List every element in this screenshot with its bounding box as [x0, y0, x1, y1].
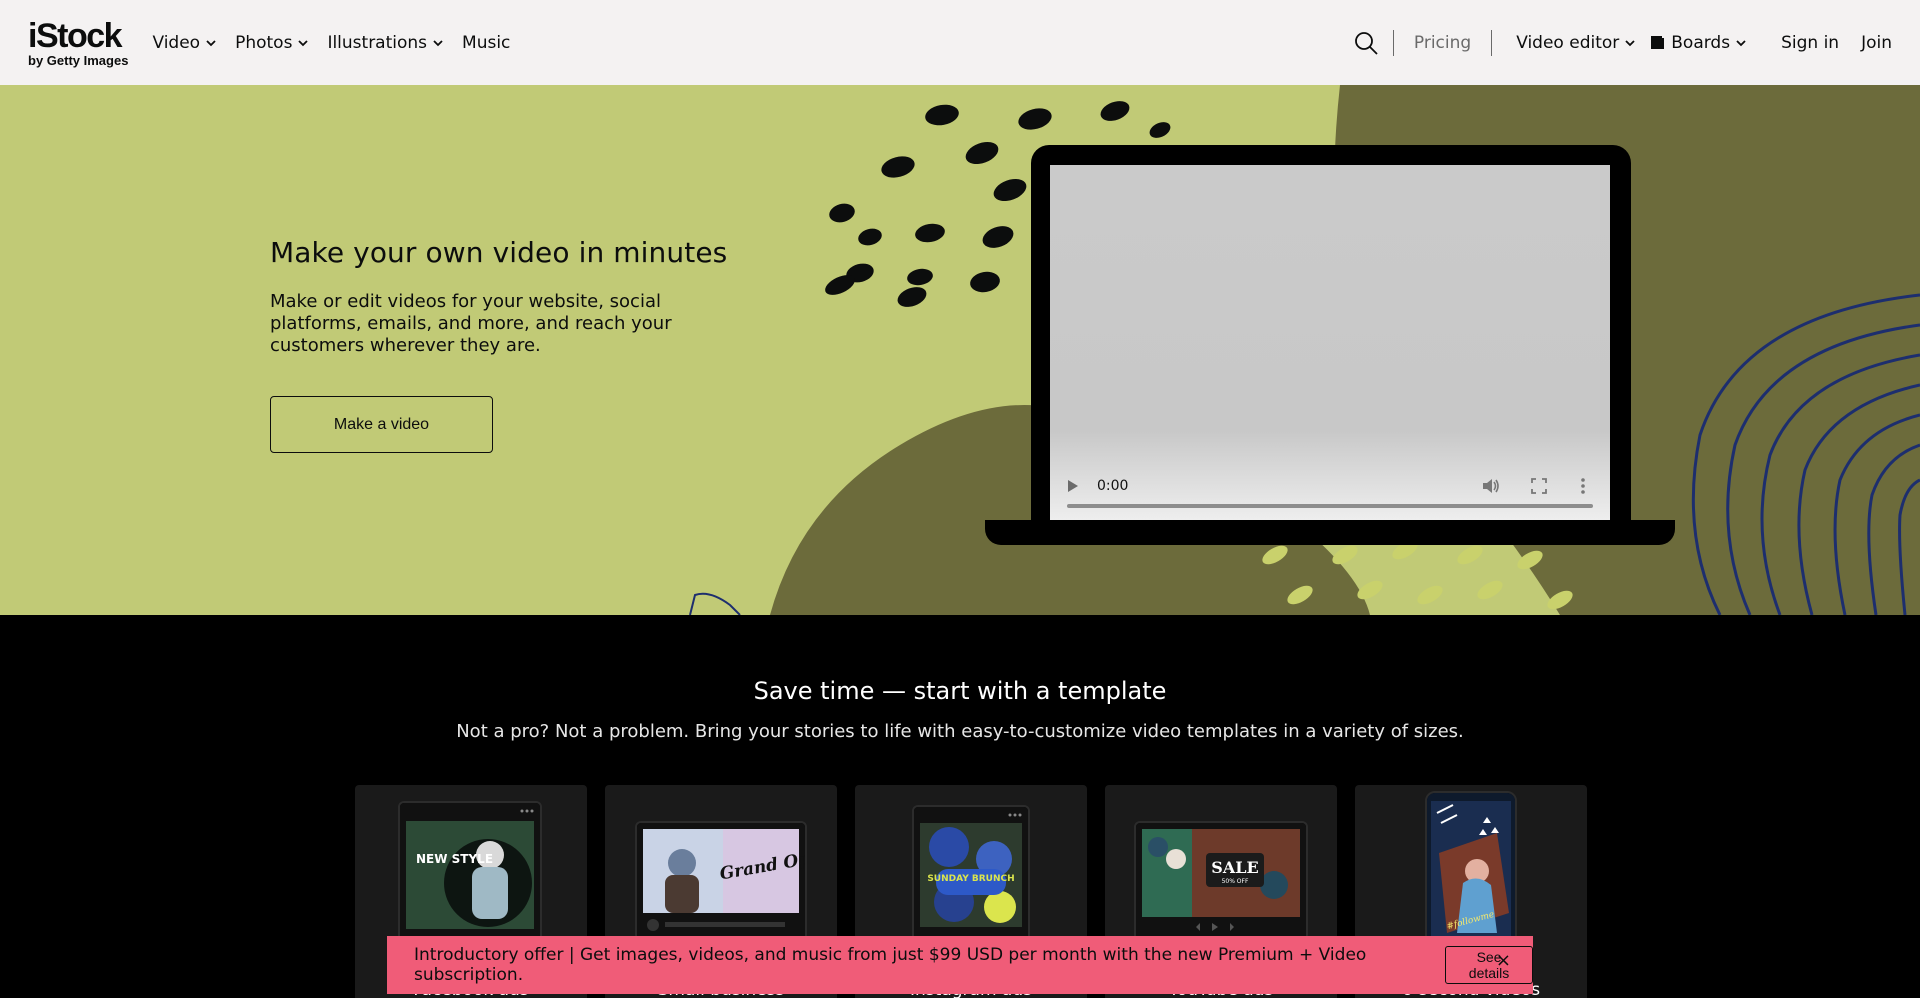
divider [1491, 29, 1493, 56]
nav-illustrations[interactable]: Illustrations [327, 33, 444, 53]
logo-subtitle: by Getty Images [28, 52, 129, 68]
fullscreen-icon[interactable] [1531, 478, 1547, 494]
close-icon[interactable]: × [1496, 950, 1511, 971]
templates-title: Save time — start with a template [753, 677, 1167, 705]
hero-section: Make your own video in minutes Make or e… [0, 85, 1920, 615]
board-icon [1651, 36, 1665, 49]
six-second-template-thumbnail: #followme [1427, 793, 1515, 949]
instagram-template-thumbnail: SUNDAY BRUNCH [914, 807, 1028, 949]
nav-illustrations-label: Illustrations [327, 32, 428, 53]
thumb-text: SALE [1211, 858, 1258, 877]
promo-banner-text: Introductory offer | Get images, videos,… [414, 945, 1367, 985]
nav-photos-label: Photos [235, 32, 293, 53]
boards-menu[interactable]: Boards [1650, 33, 1747, 53]
chevron-down-icon [1736, 39, 1746, 46]
template-thumbnail: Grand Opening [635, 821, 807, 941]
pricing-link[interactable]: Pricing [1414, 33, 1471, 53]
account-nav: Pricing Video editor Boards Sign in Join [1353, 29, 1892, 56]
nav-photos[interactable]: Photos [235, 33, 309, 53]
istock-logo[interactable]: iStock by Getty Images [28, 19, 128, 67]
chevron-down-icon [298, 39, 309, 46]
sign-in-link[interactable]: Sign in [1781, 33, 1839, 53]
search-icon[interactable] [1353, 30, 1379, 56]
join-link[interactable]: Join [1861, 33, 1892, 53]
see-details-button[interactable]: See details [1445, 946, 1533, 984]
nav-music-label: Music [462, 32, 511, 53]
thumb-subtext: 50% OFF [1222, 878, 1249, 885]
chevron-down-icon [1625, 39, 1635, 46]
small-business-template-thumbnail: Grand Opening [637, 823, 805, 939]
youtube-template-thumbnail: SALE 50% OFF [1136, 823, 1306, 939]
site-header: iStock by Getty Images Video Photos Illu… [0, 0, 1920, 85]
more-options-icon[interactable] [1580, 477, 1586, 495]
video-player[interactable]: 0:00 [1050, 165, 1610, 520]
hero-title: Make your own video in minutes [270, 236, 728, 269]
template-thumbnail: SUNDAY BRUNCH [912, 805, 1030, 951]
template-thumbnail: #followme [1425, 791, 1517, 951]
templates-subtitle: Not a pro? Not a problem. Bring your sto… [456, 721, 1464, 742]
volume-icon[interactable] [1482, 478, 1500, 494]
nav-music[interactable]: Music [462, 33, 510, 53]
video-editor-label: Video editor [1516, 32, 1620, 53]
template-thumbnail: SALE 50% OFF [1134, 821, 1308, 941]
nav-video-label: Video [152, 32, 201, 53]
boards-label: Boards [1671, 32, 1731, 53]
video-editor-menu[interactable]: Video editor [1516, 33, 1636, 53]
logo-wordmark: iStock [28, 16, 123, 55]
thumb-text: NEW STYLE [416, 852, 493, 866]
promo-banner: Introductory offer | Get images, videos,… [387, 936, 1533, 994]
chevron-down-icon [433, 39, 443, 46]
video-controls: 0:00 [1050, 450, 1610, 520]
play-icon[interactable] [1068, 480, 1078, 492]
divider [1392, 29, 1394, 56]
hero-description: Make or edit videos for your website, so… [270, 291, 672, 356]
template-thumbnail: NEW STYLE [398, 801, 542, 951]
laptop-base [985, 520, 1675, 545]
make-a-video-button[interactable]: Make a video [270, 396, 493, 453]
facebook-template-thumbnail: NEW STYLE [400, 803, 540, 949]
video-progress-bar[interactable] [1067, 504, 1593, 508]
hero-text: Make your own video in minutes Make or e… [270, 236, 750, 357]
thumb-text: SUNDAY BRUNCH [927, 874, 1014, 884]
main-nav: Video Photos Illustrations Music [152, 33, 528, 53]
chevron-down-icon [206, 39, 216, 46]
nav-video[interactable]: Video [152, 33, 217, 53]
video-time: 0:00 [1097, 478, 1129, 494]
